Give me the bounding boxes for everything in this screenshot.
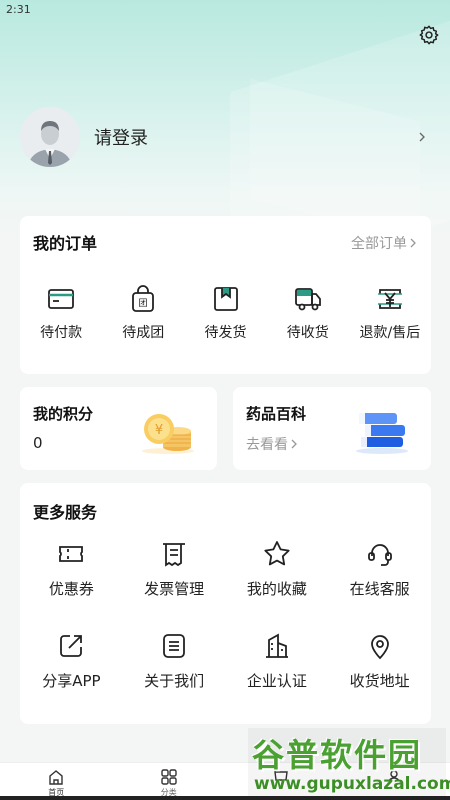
service-online-support[interactable]: 在线客服: [328, 539, 431, 599]
login-prompt[interactable]: 请登录: [94, 124, 416, 150]
building-icon: [265, 633, 288, 658]
coupon-icon: [59, 546, 84, 562]
order-status-pending-receipt[interactable]: 待收货: [267, 284, 349, 342]
orders-title: 我的订单: [33, 234, 98, 253]
services-title: 更多服务: [33, 503, 98, 522]
watermark-url: www.gupuxlazal.com: [254, 774, 450, 794]
profile-login-row[interactable]: 请登录: [20, 107, 430, 167]
watermark-title: 谷普软件园: [252, 736, 423, 774]
points-value: 0: [33, 434, 43, 452]
settings-gear-icon[interactable]: [418, 24, 440, 46]
tab-home[interactable]: 首页: [0, 763, 113, 800]
svg-text:¥: ¥: [155, 423, 163, 438]
status-time: 2:31: [6, 3, 31, 16]
order-status-refund[interactable]: 退款/售后: [349, 284, 431, 342]
headset-icon: [367, 544, 392, 566]
location-pin-icon: [370, 635, 389, 660]
site-watermark: 谷普软件园 www.gupuxlazal.com: [248, 728, 450, 800]
share-icon: [60, 635, 83, 657]
drug-encyclopedia-card[interactable]: 药品百科 去看看: [233, 387, 431, 470]
books-icon: [356, 413, 408, 454]
service-coupons[interactable]: 优惠券: [20, 539, 123, 599]
order-status-pending-payment[interactable]: 待付款: [20, 284, 102, 342]
all-orders-label: 全部订单: [351, 236, 407, 252]
service-invoice-management[interactable]: 发票管理: [123, 539, 226, 599]
about-doc-icon: [163, 634, 186, 658]
service-about-us[interactable]: 关于我们: [123, 631, 226, 691]
package-box-icon: [213, 287, 238, 311]
orders-card: 我的订单 全部订单 待付款 团 待成团 待发货 待收货 退款/售后: [20, 216, 431, 374]
group-bag-icon: 团: [132, 285, 155, 312]
category-grid-icon: [161, 769, 177, 785]
order-status-pending-shipment[interactable]: 待发货: [184, 284, 266, 342]
chevron-right-icon: [291, 439, 297, 449]
drug-encyclopedia-title: 药品百科: [246, 405, 307, 423]
coins-icon: ¥: [142, 414, 194, 454]
all-orders-link[interactable]: 全部订单: [351, 233, 417, 253]
service-enterprise-certification[interactable]: 企业认证: [226, 631, 329, 691]
home-icon: [49, 770, 63, 785]
invoice-icon: [163, 543, 186, 567]
delivery-truck-icon: [294, 288, 321, 311]
refund-yen-icon: [377, 289, 402, 309]
service-shipping-address[interactable]: 收货地址: [328, 631, 431, 691]
points-card[interactable]: 我的积分 0 ¥: [20, 387, 217, 470]
points-title: 我的积分: [33, 405, 94, 423]
wallet-card-icon: [48, 289, 74, 309]
tab-category[interactable]: 分类: [113, 763, 226, 800]
svg-text:团: 团: [139, 298, 148, 309]
order-status-pending-group[interactable]: 团 待成团: [102, 284, 184, 342]
system-nav-strip: [0, 796, 450, 800]
chevron-right-icon: [419, 132, 425, 142]
avatar-placeholder-icon: [20, 107, 80, 167]
go-see-link[interactable]: 去看看: [246, 434, 298, 454]
service-favorites[interactable]: 我的收藏: [226, 539, 329, 599]
avatar[interactable]: [20, 107, 80, 167]
chevron-right-icon: [410, 238, 416, 248]
service-share-app[interactable]: 分享APP: [20, 631, 123, 691]
more-services-card: 更多服务 优惠券 发票管理 我的收藏 在线客服 分享APP 关于我们 企业认证 …: [20, 483, 431, 724]
star-icon: [264, 541, 290, 566]
